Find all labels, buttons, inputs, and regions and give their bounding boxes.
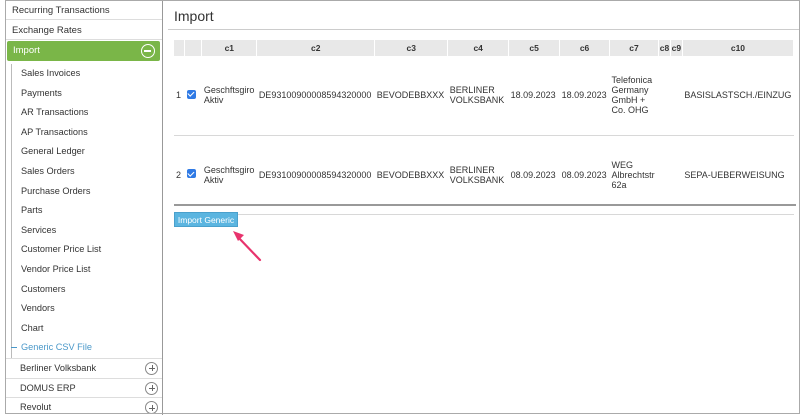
submenu-item-generic-csv-file[interactable]: Generic CSV File xyxy=(11,338,162,358)
import-preview-table: c1 c2 c3 c4 c5 c6 c7 c8 c9 c10 1 Geschft… xyxy=(174,40,795,215)
cell-c1: Geschftsgiro Aktiv xyxy=(201,135,257,215)
sidebar-group-domus-erp[interactable]: DOMUS ERP xyxy=(5,377,162,398)
row-number: 1 xyxy=(174,56,185,136)
header-cell: c1 xyxy=(201,40,258,56)
cell-c10: SEPA-UEBERWEISUNG xyxy=(682,135,794,215)
submenu-item[interactable]: Chart xyxy=(12,319,162,339)
cell-c2: DE93100900008594320000 xyxy=(256,135,375,215)
submenu-item[interactable]: Vendor Price List xyxy=(12,260,162,280)
header-cell: c4 xyxy=(447,40,510,56)
main-content: Import c1 c2 c3 c4 c5 c6 c7 c8 c9 c10 1 … xyxy=(168,0,800,415)
header-cell xyxy=(174,40,186,56)
header-cell: c5 xyxy=(508,40,561,56)
cell-c2: DE93100900008594320000 xyxy=(256,56,375,136)
expand-icon[interactable] xyxy=(145,381,158,395)
submenu-item[interactable]: Payments xyxy=(12,84,162,104)
row-number: 2 xyxy=(174,135,185,215)
collapse-icon[interactable] xyxy=(141,44,155,58)
sidebar-item-exchange-rates[interactable]: Exchange Rates xyxy=(5,20,162,40)
submenu-item[interactable]: AP Transactions xyxy=(12,123,162,143)
page-title: Import xyxy=(168,0,800,30)
sidebar-group-revolut[interactable]: Revolut xyxy=(5,397,162,417)
checkbox-checked-icon[interactable] xyxy=(186,89,196,99)
header-cell: c3 xyxy=(374,40,449,56)
cell-c5: 08.09.2023 xyxy=(508,135,560,215)
submenu-item[interactable]: Purchase Orders xyxy=(12,182,162,202)
expand-icon[interactable] xyxy=(145,401,158,415)
submenu-item[interactable]: Parts xyxy=(12,201,162,221)
submenu-item[interactable]: General Ledger xyxy=(12,142,162,162)
cell-c9 xyxy=(670,56,683,136)
header-cell: c2 xyxy=(256,40,376,56)
import-generic-button[interactable]: Import Generic xyxy=(174,212,238,227)
cell-c10: BASISLASTSCH./EINZUG xyxy=(682,56,794,136)
submenu-item[interactable]: Sales Orders xyxy=(12,162,162,182)
header-cell: c10 xyxy=(682,40,795,56)
checkbox-checked-icon[interactable] xyxy=(186,169,196,178)
table-divider xyxy=(174,204,796,206)
import-submenu: Sales Invoices Payments AR Transactions … xyxy=(11,64,162,358)
annotation-arrow-icon xyxy=(233,231,262,262)
cell-c1: Geschftsgiro Aktiv xyxy=(201,56,257,136)
header-cell xyxy=(184,40,203,56)
table-header: c1 c2 c3 c4 c5 c6 c7 c8 c9 c10 xyxy=(174,40,795,56)
submenu-item[interactable]: Services xyxy=(12,221,162,241)
header-cell: c6 xyxy=(559,40,611,56)
row-checkbox[interactable] xyxy=(184,56,202,136)
sidebar-group-label: DOMUS ERP xyxy=(20,382,76,393)
sidebar-item-import[interactable]: Import xyxy=(7,41,160,61)
cell-c8 xyxy=(658,135,671,215)
sidebar-group-label: Revolut xyxy=(20,402,52,413)
cell-c8 xyxy=(658,56,671,136)
submenu-item[interactable]: Sales Invoices xyxy=(12,64,162,84)
cell-c4: BERLINER VOLKSBANK xyxy=(447,135,509,215)
expand-icon[interactable] xyxy=(145,361,158,375)
app-frame: Recurring Transactions Exchange Rates Im… xyxy=(5,0,800,415)
cell-c6: 18.09.2023 xyxy=(559,56,610,136)
header-cell: c9 xyxy=(670,40,683,56)
cell-c6: 08.09.2023 xyxy=(559,135,610,215)
cell-c7: WEG Albrechtstr 62a xyxy=(609,135,659,215)
submenu-item[interactable]: Customer Price List xyxy=(12,240,162,260)
cell-c3: BEVODEBBXXX xyxy=(374,56,448,136)
sidebar-group-berliner-volksbank[interactable]: Berliner Volksbank xyxy=(5,357,162,378)
cell-c9 xyxy=(670,135,683,215)
submenu-item[interactable]: Vendors xyxy=(12,299,162,319)
cell-c7: Telefonica Germany GmbH + Co. OHG xyxy=(609,56,659,136)
header-cell: c7 xyxy=(609,40,659,56)
cell-c4: BERLINER VOLKSBANK xyxy=(447,56,509,136)
sidebar-item-label: Import xyxy=(13,45,40,56)
sidebar-item-recurring-transactions[interactable]: Recurring Transactions xyxy=(5,0,162,20)
cell-c3: BEVODEBBXXX xyxy=(374,135,448,215)
row-checkbox[interactable] xyxy=(184,135,202,215)
sidebar: Recurring Transactions Exchange Rates Im… xyxy=(5,0,163,415)
cell-c5: 18.09.2023 xyxy=(508,56,560,136)
submenu-item[interactable]: AR Transactions xyxy=(12,103,162,123)
table-row: 2 Geschftsgiro Aktiv DE93100900008594320… xyxy=(174,135,794,215)
sidebar-group-label: Berliner Volksbank xyxy=(20,362,97,373)
header-cell: c8 xyxy=(658,40,671,56)
submenu-item[interactable]: Customers xyxy=(12,280,162,300)
table-row: 1 Geschftsgiro Aktiv DE93100900008594320… xyxy=(174,56,794,136)
